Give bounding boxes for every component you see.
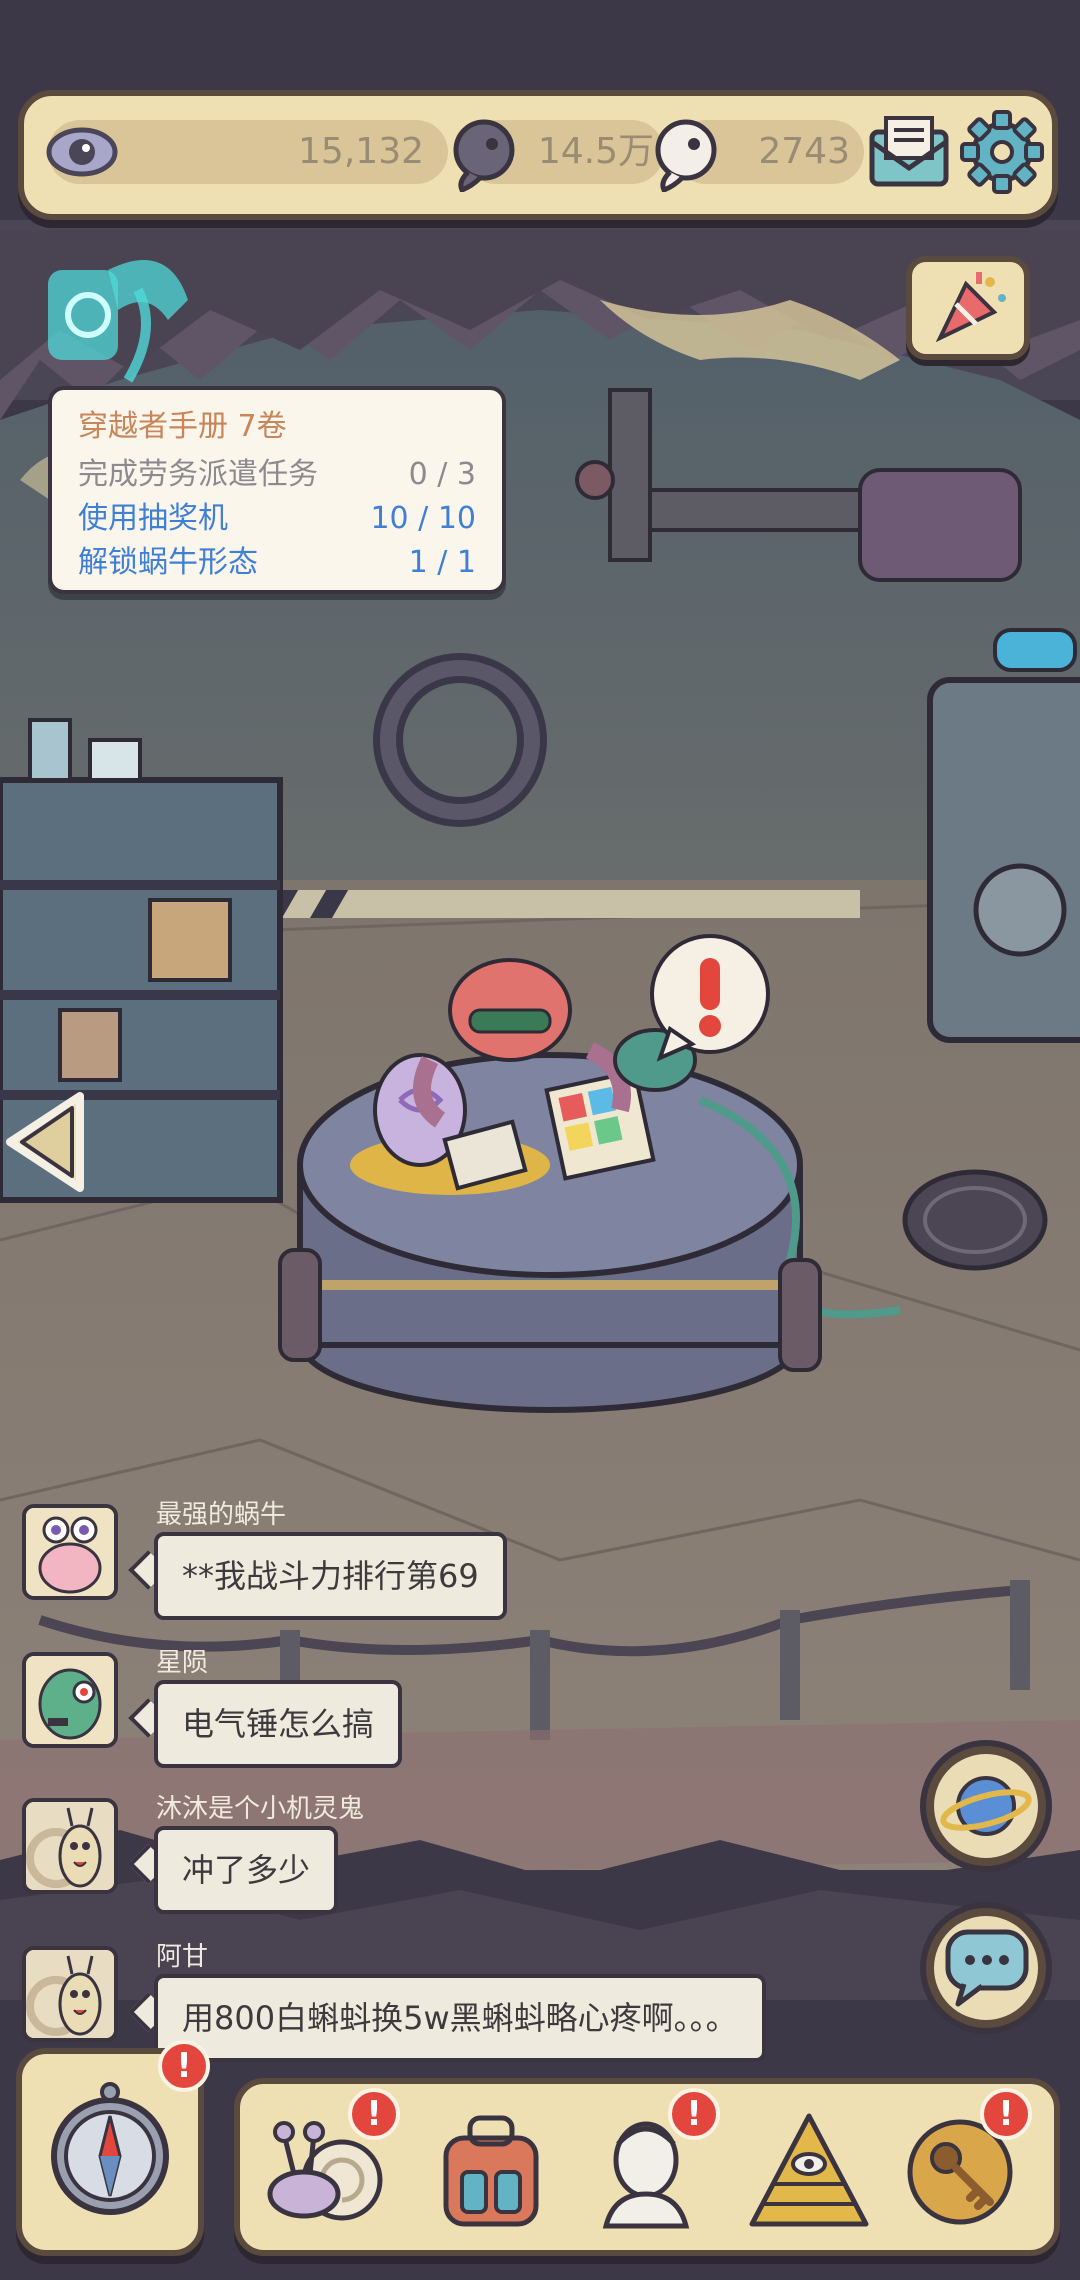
- compass-icon: [51, 2082, 169, 2215]
- snail-alert-badge: !: [348, 2088, 400, 2140]
- party-popper-icon: [935, 272, 1006, 343]
- vision-value: 15,132: [298, 131, 424, 172]
- compass-alert-badge: !: [158, 2040, 210, 2092]
- chat-message: 用800白蝌蚪换5w黑蝌蚪略心疼啊。。。: [154, 1974, 766, 2062]
- avatar[interactable]: [22, 1798, 118, 1894]
- chat-icon: [945, 1929, 1029, 2007]
- hologram-character-icon[interactable]: [28, 230, 198, 400]
- planet-icon: [940, 1776, 1032, 1836]
- task-row-snail-form: 解锁蜗牛形态 1 / 1: [78, 542, 476, 584]
- chat-message: **我战斗力排行第69: [154, 1532, 507, 1620]
- gear-icon[interactable]: [960, 110, 1044, 194]
- avatar[interactable]: [22, 1652, 118, 1748]
- task-label: 解锁蜗牛形态: [78, 545, 258, 580]
- pyramid-eye-nav-icon[interactable]: [744, 2106, 874, 2236]
- chat-username: 阿甘: [156, 1942, 209, 1972]
- dark-tadpole-value: 14.5万: [537, 131, 654, 172]
- white-tadpole-icon: [655, 119, 717, 192]
- task-progress: 1 / 1: [408, 545, 476, 580]
- task-label: 完成劳务派遣任务: [78, 457, 318, 492]
- chat-button[interactable]: [920, 1902, 1052, 2034]
- white-tadpole-value: 2743: [758, 131, 850, 172]
- left-arrow-icon[interactable]: [0, 1086, 90, 1198]
- chat-message: 冲了多少: [154, 1826, 339, 1914]
- chat-username: 最强的蜗牛: [156, 1500, 287, 1530]
- mail-icon[interactable]: [866, 112, 952, 192]
- planet-button[interactable]: [920, 1740, 1052, 1872]
- snail-avatar-icon: [26, 1950, 114, 2038]
- chat-message: 电气锤怎么搞: [154, 1680, 403, 1768]
- avatar[interactable]: [22, 1946, 118, 2042]
- task-row-dispatch: 完成劳务派遣任务 0 / 3: [78, 454, 476, 496]
- task-progress: 10 / 10: [370, 501, 476, 536]
- statue-alert-badge: !: [668, 2088, 720, 2140]
- snail-avatar-icon: [26, 1802, 114, 1890]
- snail-avatar-icon: [26, 1508, 114, 1596]
- key-alert-badge: !: [980, 2088, 1032, 2140]
- handbook-title: 穿越者手册 7卷: [78, 409, 287, 444]
- task-progress: 0 / 3: [408, 457, 476, 492]
- task-label: 使用抽奖机: [78, 501, 228, 536]
- task-row-lottery: 使用抽奖机 10 / 10: [78, 498, 476, 540]
- backpack-nav-icon[interactable]: [426, 2108, 556, 2234]
- party-popper-button[interactable]: [906, 256, 1030, 360]
- quest-handbook-panel[interactable]: 穿越者手册 7卷 完成劳务派遣任务 0 / 3 使用抽奖机 10 / 10 解锁…: [48, 386, 506, 594]
- alert-speech-bubble-icon[interactable]: [646, 934, 776, 1064]
- chat-username: 沐沐是个小机灵鬼: [156, 1794, 365, 1824]
- frog-avatar-icon: [26, 1656, 114, 1744]
- eye-icon: [46, 127, 118, 177]
- resource-bar: 15,132 14.5万 2743: [18, 90, 1058, 220]
- avatar[interactable]: [22, 1504, 118, 1600]
- dark-tadpole-icon: [453, 119, 515, 192]
- chat-username: 星陨: [156, 1648, 209, 1678]
